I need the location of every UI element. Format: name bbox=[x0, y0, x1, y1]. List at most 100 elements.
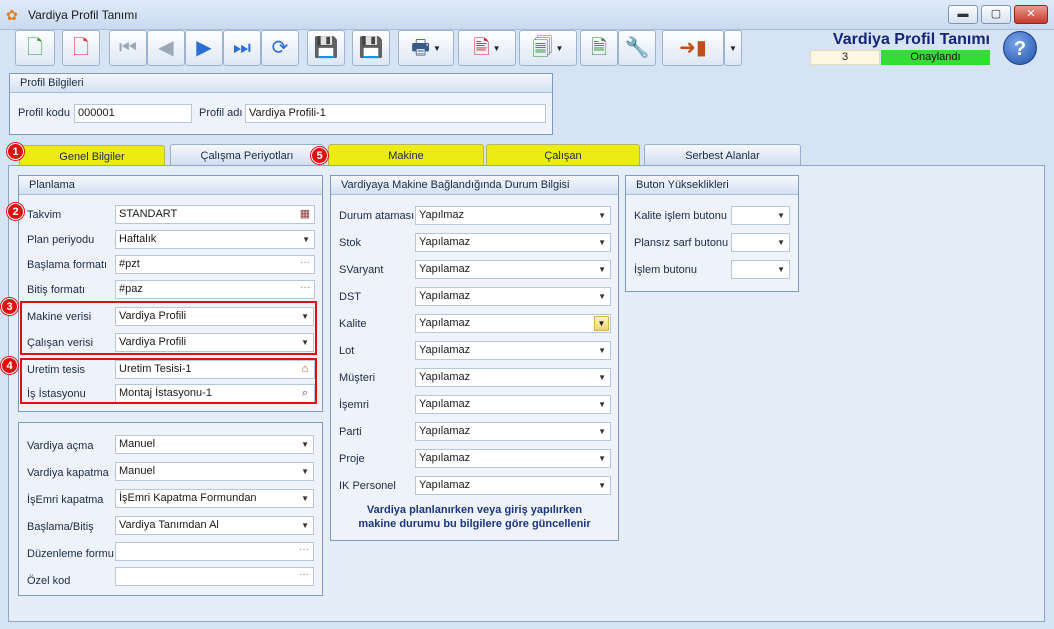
delete-icon: 🗋 bbox=[72, 37, 90, 59]
kalite-islem-butonu-label: Kalite işlem butonu bbox=[634, 210, 727, 222]
annotation-badge-3: 3 bbox=[1, 298, 18, 315]
profil-kodu-input[interactable]: 000001 bbox=[74, 104, 192, 123]
ellipsis-icon[interactable]: ··· bbox=[299, 568, 309, 583]
kalite-select[interactable]: Yapılamaz ▼ bbox=[415, 314, 611, 333]
durum-atamasi-select[interactable]: Yapılmaz ▼ bbox=[415, 206, 611, 225]
musteri-select[interactable]: Yapılamaz ▼ bbox=[415, 368, 611, 387]
next-icon: ▶ bbox=[196, 37, 212, 59]
tab-makine[interactable]: Makine bbox=[328, 144, 484, 166]
isemri-kapatma-select[interactable]: İşEmri Kapatma Formundan ▼ bbox=[115, 489, 314, 508]
bitis-formati-value: #paz bbox=[119, 283, 143, 295]
print-button[interactable]: 🖶 ▼ bbox=[398, 30, 454, 66]
baslama-bitis-label: Başlama/Bitiş bbox=[27, 521, 94, 533]
first-icon: ⏮ bbox=[119, 37, 137, 59]
kalite-label: Kalite bbox=[339, 318, 367, 330]
parti-value: Yapılamaz bbox=[419, 425, 471, 437]
export-icon: 🗐 bbox=[532, 37, 553, 59]
takvim-label: Takvim bbox=[27, 209, 62, 221]
lot-value: Yapılamaz bbox=[419, 344, 471, 356]
profil-bilgileri-group: Profil Bilgileri Profil kodu 000001 Prof… bbox=[9, 73, 553, 135]
plansiz-sarf-butonu-label: Plansız sarf butonu bbox=[634, 237, 729, 249]
minimize-button[interactable]: ▬ bbox=[948, 5, 978, 24]
plansiz-sarf-butonu-select[interactable]: ▼ bbox=[731, 233, 790, 252]
vardiya-kapatma-select[interactable]: Manuel ▼ bbox=[115, 462, 314, 481]
close-button[interactable]: ✕ bbox=[1014, 5, 1048, 24]
kalite-islem-butonu-select[interactable]: ▼ bbox=[731, 206, 790, 225]
islem-butonu-select[interactable]: ▼ bbox=[731, 260, 790, 279]
chevron-down-icon: ▼ bbox=[598, 427, 606, 436]
chevron-down-icon: ▼ bbox=[301, 521, 309, 530]
annotation-box-4 bbox=[20, 358, 317, 404]
chevron-down-icon: ▼ bbox=[432, 43, 441, 53]
chevron-down-icon: ▼ bbox=[598, 292, 606, 301]
import-button[interactable]: 🗎 bbox=[580, 30, 618, 66]
dst-select[interactable]: Yapılamaz ▼ bbox=[415, 287, 611, 306]
ik-personel-select[interactable]: Yapılamaz ▼ bbox=[415, 476, 611, 495]
cancel-icon: 💾 bbox=[358, 37, 384, 59]
ellipsis-icon[interactable]: ··· bbox=[299, 543, 309, 558]
ellipsis-icon[interactable]: ··· bbox=[300, 256, 310, 271]
chevron-down-icon[interactable]: ▼ bbox=[594, 316, 609, 331]
cancel-changes-button[interactable]: 💾 bbox=[352, 30, 390, 66]
export-button[interactable]: 🗐 ▼ bbox=[519, 30, 577, 66]
vardiya-acma-label: Vardiya açma bbox=[27, 440, 94, 452]
lot-select[interactable]: Yapılamaz ▼ bbox=[415, 341, 611, 360]
baslama-formati-input[interactable]: #pzt ··· bbox=[115, 255, 315, 274]
svaryant-label: SVaryant bbox=[339, 264, 384, 276]
vardiya-acma-select[interactable]: Manuel ▼ bbox=[115, 435, 314, 454]
isemri-select[interactable]: Yapılamaz ▼ bbox=[415, 395, 611, 414]
exit-icon: ➜▮ bbox=[679, 37, 707, 59]
refresh-button[interactable]: ⟳ bbox=[261, 30, 299, 66]
profil-adi-input[interactable]: Vardiya Profili-1 bbox=[245, 104, 546, 123]
tab-calisan[interactable]: Çalışan bbox=[486, 144, 640, 166]
duzenleme-formu-input[interactable]: ··· bbox=[115, 542, 314, 561]
exit-dropdown-button[interactable]: ▼ bbox=[724, 30, 742, 66]
tools-button[interactable]: 🔧 bbox=[618, 30, 656, 66]
chevron-down-icon: ▼ bbox=[598, 373, 606, 382]
ellipsis-icon[interactable]: ··· bbox=[300, 281, 310, 296]
islem-butonu-label: İşlem butonu bbox=[634, 264, 697, 276]
help-button[interactable]: ? bbox=[1003, 31, 1037, 65]
ozel-kod-input[interactable]: ··· bbox=[115, 567, 314, 586]
prev-record-button[interactable]: ◀ bbox=[147, 30, 185, 66]
buton-group-title: Buton Yükseklikleri bbox=[626, 176, 798, 195]
plan-periyodu-select[interactable]: Haftalık ▼ bbox=[115, 230, 315, 249]
proje-select[interactable]: Yapılamaz ▼ bbox=[415, 449, 611, 468]
tab-calisma-periyotlari[interactable]: Çalışma Periyotları bbox=[170, 144, 324, 166]
chevron-down-icon: ▼ bbox=[302, 235, 310, 244]
pdf-button[interactable]: 🖹 ▼ bbox=[458, 30, 516, 66]
musteri-value: Yapılamaz bbox=[419, 371, 471, 383]
chevron-down-icon: ▼ bbox=[598, 481, 606, 490]
baslama-bitis-select[interactable]: Vardiya Tanımdan Al ▼ bbox=[115, 516, 314, 535]
exit-button[interactable]: ➜▮ bbox=[662, 30, 724, 66]
isemri-kapatma-value: İşEmri Kapatma Formundan bbox=[119, 492, 257, 504]
vardiya-kapatma-label: Vardiya kapatma bbox=[27, 467, 109, 479]
first-record-button[interactable]: ⏮ bbox=[109, 30, 147, 66]
new-record-button[interactable]: 🗋 bbox=[15, 30, 55, 66]
proje-label: Proje bbox=[339, 453, 365, 465]
calendar-icon[interactable]: ▦ bbox=[298, 207, 312, 222]
ik-personel-label: IK Personel bbox=[339, 480, 396, 492]
kalite-value: Yapılamaz bbox=[419, 317, 471, 329]
note-line-2: makine durumu bu bilgilere göre güncelle… bbox=[358, 518, 591, 530]
svaryant-select[interactable]: Yapılamaz ▼ bbox=[415, 260, 611, 279]
save-button[interactable]: 💾 bbox=[307, 30, 345, 66]
maximize-button[interactable]: ▢ bbox=[981, 5, 1011, 24]
vardiya-ayarlari-group: Vardiya açma Manuel ▼ Vardiya kapatma Man… bbox=[18, 422, 323, 596]
bitis-formati-input[interactable]: #paz ··· bbox=[115, 280, 315, 299]
stok-select[interactable]: Yapılamaz ▼ bbox=[415, 233, 611, 252]
baslama-bitis-value: Vardiya Tanımdan Al bbox=[119, 519, 219, 531]
vardiya-kapatma-value: Manuel bbox=[119, 465, 156, 477]
tab-genel-bilgiler[interactable]: Genel Bilgiler bbox=[19, 145, 165, 167]
annotation-badge-4: 4 bbox=[1, 357, 18, 374]
profil-kodu-label: Profil kodu bbox=[18, 107, 70, 119]
next-record-button[interactable]: ▶ bbox=[185, 30, 223, 66]
chevron-down-icon: ▼ bbox=[555, 43, 564, 53]
tab-serbest-alanlar[interactable]: Serbest Alanlar bbox=[644, 144, 801, 166]
isemri-label: İşemri bbox=[339, 399, 369, 411]
parti-select[interactable]: Yapılamaz ▼ bbox=[415, 422, 611, 441]
annotation-badge-1: 1 bbox=[7, 143, 24, 160]
delete-record-button[interactable]: 🗋 bbox=[62, 30, 100, 66]
last-record-button[interactable]: ⏭ bbox=[223, 30, 261, 66]
takvim-input[interactable]: STANDART ▦ bbox=[115, 205, 315, 224]
